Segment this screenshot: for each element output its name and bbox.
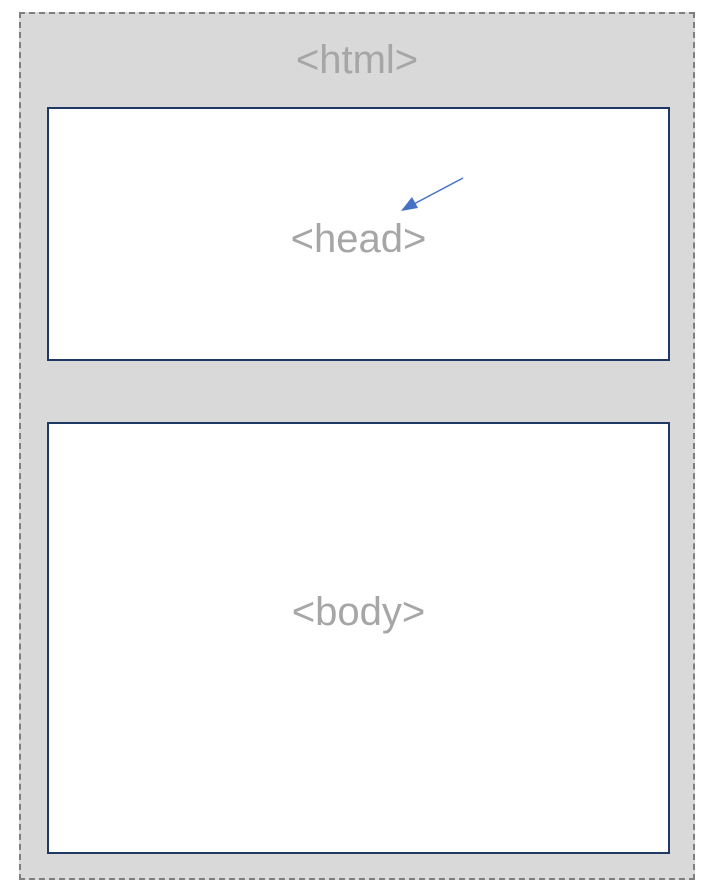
head-label: <head> — [290, 217, 427, 261]
body-element-box: <body> — [47, 422, 670, 854]
head-element-box: <head> — [47, 107, 670, 361]
html-label: <html> — [295, 38, 419, 82]
body-label: <body> — [291, 590, 426, 634]
